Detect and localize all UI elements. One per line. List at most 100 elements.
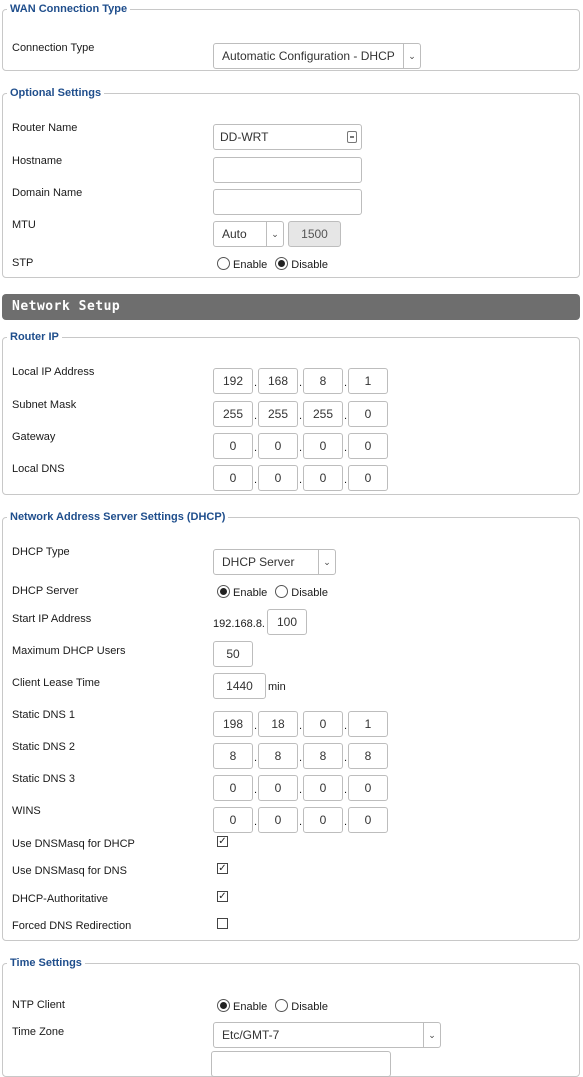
- dhcp-server-label: DHCP Server: [12, 585, 79, 597]
- ntp-enable-radio[interactable]: [217, 999, 230, 1012]
- start-ip-input[interactable]: 100: [267, 609, 307, 635]
- ip-octet-input-3[interactable]: 255: [303, 401, 343, 427]
- ip-separator-dot: .: [254, 377, 258, 389]
- ip-octet-input-4[interactable]: 1: [348, 711, 388, 737]
- time-legend: Time Settings: [10, 957, 82, 969]
- dhcp-server-enable-radio[interactable]: [217, 585, 230, 598]
- max-users-input[interactable]: 50: [213, 641, 253, 667]
- ip-octet-input-4[interactable]: 8: [348, 743, 388, 769]
- ip-separator-dot: .: [344, 474, 348, 486]
- subnet-mask-label: Subnet Mask: [12, 399, 77, 411]
- ip-octet-input-1[interactable]: 8: [213, 743, 253, 769]
- ip-separator-dot: .: [299, 377, 303, 389]
- check-mark-icon: ✓: [218, 891, 227, 902]
- forced-dns-checkbox[interactable]: [217, 918, 228, 929]
- password-manager-icon: [347, 131, 357, 143]
- chevron-down-icon: ⌄: [266, 222, 283, 246]
- ip-separator-dot: .: [254, 816, 258, 828]
- ip-separator-dot: .: [299, 474, 303, 486]
- hostname-input[interactable]: [213, 157, 362, 183]
- time-settings-fieldset: Time Settings NTP Client Enable Disable T…: [2, 957, 580, 1077]
- ip-octet-input-4[interactable]: 0: [348, 401, 388, 427]
- ntp-disable-radio[interactable]: [275, 999, 289, 1012]
- ip-octet-input-3[interactable]: 0: [303, 465, 343, 491]
- mtu-value-input: 1500: [288, 221, 341, 247]
- hostname-label: Hostname: [12, 155, 63, 167]
- ip-separator-dot: .: [344, 784, 348, 796]
- ip-octet-input-1[interactable]: 198: [213, 711, 253, 737]
- ip-separator-dot: .: [299, 720, 303, 732]
- ip-octet-input-3[interactable]: 0: [303, 775, 343, 801]
- ip-octet-input-4[interactable]: 0: [348, 465, 388, 491]
- ip-octet-input-1[interactable]: 0: [213, 775, 253, 801]
- dhcp-type-label: DHCP Type: [12, 546, 70, 558]
- ip-octet-input-1[interactable]: 0: [213, 433, 253, 459]
- dnsmasq-dhcp-checkbox[interactable]: ✓: [217, 836, 228, 847]
- ntp-radio-group: Enable Disable: [217, 999, 336, 1013]
- ip-octet-input-4[interactable]: 0: [348, 433, 388, 459]
- ip-octet-input-2[interactable]: 0: [258, 807, 298, 833]
- dhcp-server-disable-radio[interactable]: [275, 585, 289, 598]
- ip-octet-input-1[interactable]: 0: [213, 807, 253, 833]
- ip-octet-input-4[interactable]: 0: [348, 775, 388, 801]
- check-mark-icon: ✓: [218, 863, 227, 874]
- lease-time-input[interactable]: 1440: [213, 673, 266, 699]
- chevron-down-icon: ⌄: [403, 44, 420, 68]
- dhcp-authoritative-checkbox[interactable]: ✓: [217, 891, 228, 902]
- router-name-value: DD-WRT: [220, 130, 269, 144]
- ip-separator-dot: .: [344, 442, 348, 454]
- stp-disable-label: Disable: [291, 259, 328, 271]
- chevron-down-icon: ⌄: [318, 550, 335, 574]
- start-ip-label: Start IP Address: [12, 613, 92, 625]
- ip-octet-input-2[interactable]: 0: [258, 433, 298, 459]
- router-ip-legend: Router IP: [10, 331, 59, 343]
- stp-disable-radio[interactable]: [275, 257, 289, 270]
- ntp-disable-label: Disable: [291, 1001, 328, 1013]
- ip-separator-dot: .: [344, 720, 348, 732]
- domain-name-input[interactable]: [213, 189, 362, 215]
- dhcp-fieldset: Network Address Server Settings (DHCP) D…: [2, 511, 580, 941]
- ip-octet-input-4[interactable]: 1: [348, 368, 388, 394]
- local-ip-label: Local IP Address: [12, 366, 95, 378]
- ip-octet-input-4[interactable]: 0: [348, 807, 388, 833]
- wan-connection-fieldset: WAN Connection Type Connection Type Auto…: [2, 3, 580, 71]
- mtu-label: MTU: [12, 219, 36, 231]
- dhcp-type-value: DHCP Server: [222, 555, 295, 569]
- ip-octet-input-2[interactable]: 255: [258, 401, 298, 427]
- connection-type-value: Automatic Configuration - DHCP: [222, 49, 395, 63]
- ip-octet-input-3[interactable]: 8: [303, 368, 343, 394]
- dhcp-server-disable-label: Disable: [291, 587, 328, 599]
- ip-octet-input-1[interactable]: 192: [213, 368, 253, 394]
- ip-octet-input-3[interactable]: 0: [303, 433, 343, 459]
- ip-octet-input-3[interactable]: 0: [303, 807, 343, 833]
- ip-octet-input-1[interactable]: 255: [213, 401, 253, 427]
- ip-octet-input-2[interactable]: 0: [258, 775, 298, 801]
- dhcp-legend: Network Address Server Settings (DHCP): [10, 511, 226, 523]
- ip-separator-dot: .: [344, 410, 348, 422]
- lease-time-label: Client Lease Time: [12, 677, 101, 689]
- ip-octet-input-2[interactable]: 18: [258, 711, 298, 737]
- ip-octet-input-1[interactable]: 0: [213, 465, 253, 491]
- router-name-input[interactable]: DD-WRT: [213, 124, 362, 150]
- ip-octet-input-2[interactable]: 8: [258, 743, 298, 769]
- dhcp-type-select[interactable]: DHCP Server ⌄: [213, 549, 336, 575]
- stp-enable-radio[interactable]: [217, 257, 230, 270]
- domain-name-label: Domain Name: [12, 187, 83, 199]
- ip-separator-dot: .: [254, 474, 258, 486]
- ip-octet-input-2[interactable]: 0: [258, 465, 298, 491]
- wan-legend: WAN Connection Type: [10, 3, 128, 15]
- dnsmasq-dhcp-label: Use DNSMasq for DHCP: [12, 838, 135, 850]
- time-zone-select[interactable]: Etc/GMT-7 ⌄: [213, 1022, 441, 1048]
- ip-octet-input-2[interactable]: 168: [258, 368, 298, 394]
- connection-type-select[interactable]: Automatic Configuration - DHCP ⌄: [213, 43, 421, 69]
- network-setup-header: Network Setup: [2, 294, 580, 320]
- ip-separator-dot: .: [254, 752, 258, 764]
- dnsmasq-dns-checkbox[interactable]: ✓: [217, 863, 228, 874]
- ip-separator-dot: .: [344, 816, 348, 828]
- partial-field-input[interactable]: [211, 1051, 391, 1077]
- ntp-enable-label: Enable: [233, 1001, 268, 1013]
- ip-octet-input-3[interactable]: 8: [303, 743, 343, 769]
- ip-separator-dot: .: [299, 784, 303, 796]
- ip-octet-input-3[interactable]: 0: [303, 711, 343, 737]
- mtu-mode-select[interactable]: Auto ⌄: [213, 221, 284, 247]
